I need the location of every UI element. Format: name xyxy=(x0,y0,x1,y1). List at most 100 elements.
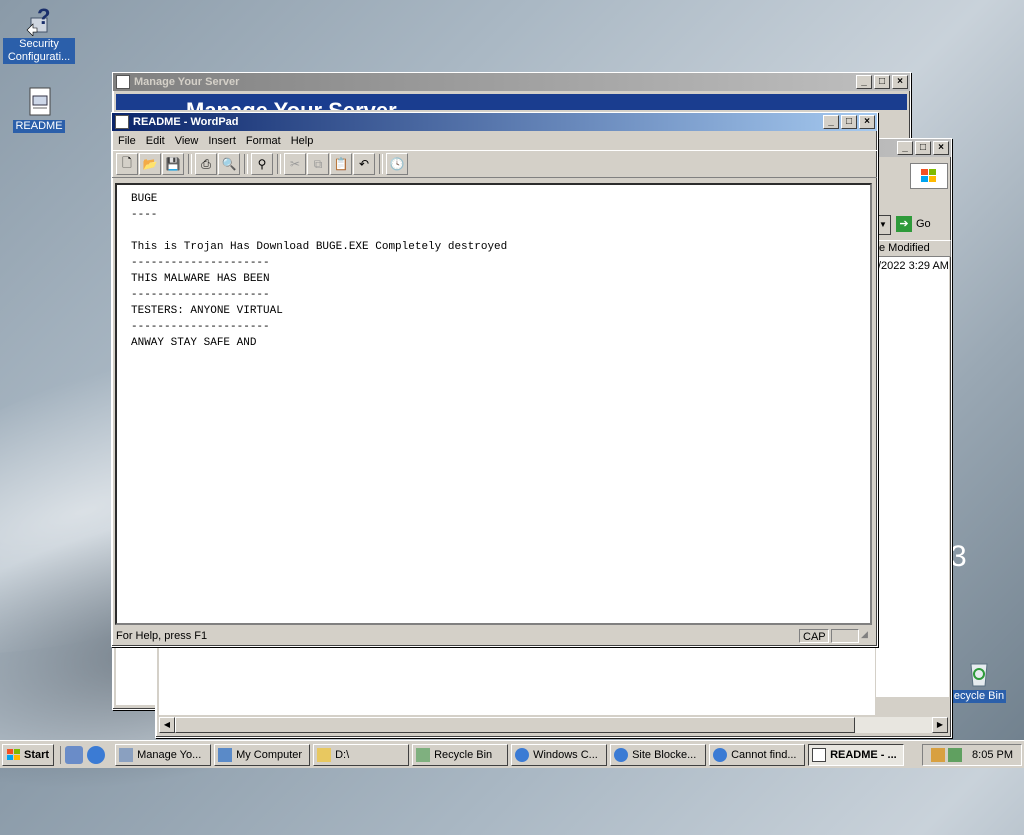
copy-icon[interactable]: ⧉ xyxy=(307,153,329,175)
ie-icon xyxy=(614,747,629,762)
document-text[interactable]: BUGE ---- This is Trojan Has Download BU… xyxy=(117,185,870,351)
menu-format[interactable]: Format xyxy=(242,135,287,147)
taskbar-button-label: D:\ xyxy=(335,748,350,761)
desktop-icon-security-config[interactable]: ? Security Configurati... xyxy=(3,4,75,64)
windows-flag-icon xyxy=(7,748,21,761)
menu-bar: File Edit View Insert Format Help xyxy=(112,131,877,150)
find-icon[interactable]: ⚲ xyxy=(251,153,273,175)
clock[interactable]: 8:05 PM xyxy=(972,749,1013,761)
manage-server-banner: Manage Your Server xyxy=(116,94,907,110)
print-preview-icon[interactable]: 🔍 xyxy=(218,153,240,175)
taskbar-button-label: Recycle Bin xyxy=(434,748,493,761)
status-help-text: For Help, press F1 xyxy=(116,630,208,642)
ie-icon xyxy=(713,747,728,762)
desktop-icon-readme[interactable]: README xyxy=(3,86,75,133)
recycle-bin-icon xyxy=(416,747,431,762)
taskbar-button-d-drive[interactable]: D:\ xyxy=(313,743,410,766)
scroll-left-button[interactable]: ◀ xyxy=(159,717,175,733)
server-manager-quicklaunch-icon[interactable] xyxy=(65,745,84,764)
go-arrow-icon: ➔ xyxy=(896,216,912,232)
document-icon xyxy=(23,86,55,118)
close-button[interactable]: × xyxy=(859,115,875,129)
recycle-bin-icon xyxy=(963,656,995,688)
taskbar-button-site-blocked[interactable]: Site Blocke... xyxy=(610,743,707,766)
file-list[interactable]: /2022 3:29 AM xyxy=(876,257,949,697)
desktop-icon-label: Security Configurati... xyxy=(3,38,75,64)
column-header-date-modified[interactable]: e Modified xyxy=(876,240,951,257)
wallpaper-digit: 3 xyxy=(950,540,967,573)
taskbar-button-label: Site Blocke... xyxy=(632,748,697,761)
undo-icon[interactable]: ↶ xyxy=(353,153,375,175)
start-label: Start xyxy=(24,748,50,761)
folder-icon xyxy=(317,747,332,762)
toolbar-separator xyxy=(277,154,281,174)
menu-view[interactable]: View xyxy=(171,135,205,147)
menu-edit[interactable]: Edit xyxy=(142,135,171,147)
cut-icon[interactable]: ✂ xyxy=(284,153,306,175)
tray-network-icon[interactable] xyxy=(948,747,963,762)
toolbar: 🗋 📂 💾 ⎙ 🔍 ⚲ ✂ ⧉ 📋 ↶ 🕓 xyxy=(112,150,877,178)
minimize-button[interactable]: _ xyxy=(897,141,913,155)
wordpad-titlebar[interactable]: README - WordPad _ □ × xyxy=(112,113,877,131)
toolbar-separator xyxy=(379,154,383,174)
document-area[interactable]: BUGE ---- This is Trojan Has Download BU… xyxy=(115,183,872,625)
taskbar-button-manage-server[interactable]: Manage Yo... xyxy=(115,743,212,766)
taskbar-button-my-computer[interactable]: My Computer xyxy=(214,743,311,766)
horizontal-scrollbar[interactable]: ◀ ▶ xyxy=(159,717,948,733)
computer-icon xyxy=(218,747,233,762)
window-title: Manage Your Server xyxy=(134,76,240,88)
maximize-button[interactable]: □ xyxy=(915,141,931,155)
insert-datetime-icon[interactable]: 🕓 xyxy=(386,153,408,175)
server-icon xyxy=(119,747,134,762)
scroll-thumb[interactable] xyxy=(175,717,855,733)
security-config-wizard-icon: ? xyxy=(23,4,55,37)
toolbar-separator xyxy=(188,154,192,174)
server-icon xyxy=(116,75,130,89)
scroll-right-button[interactable]: ▶ xyxy=(932,717,948,733)
explorer-body xyxy=(159,645,875,715)
desktop-icon-label: ecycle Bin xyxy=(951,690,1007,703)
manage-server-titlebar[interactable]: Manage Your Server _ □ × xyxy=(113,73,910,91)
status-num xyxy=(831,629,859,643)
close-button[interactable]: × xyxy=(892,75,908,89)
toolbar-separator xyxy=(244,154,248,174)
resize-grip[interactable]: ◢ xyxy=(861,629,875,643)
status-cap: CAP xyxy=(799,629,829,643)
status-bar: For Help, press F1 CAP ◢ xyxy=(114,627,875,645)
paste-icon[interactable]: 📋 xyxy=(330,153,352,175)
ie-quicklaunch-icon[interactable] xyxy=(87,745,106,764)
tray-security-icon[interactable] xyxy=(931,747,946,762)
go-button[interactable]: ➔ Go xyxy=(896,215,931,233)
ie-icon xyxy=(515,747,530,762)
save-icon[interactable]: 💾 xyxy=(162,153,184,175)
taskbar-button-label: README - ... xyxy=(830,748,897,761)
print-icon[interactable]: ⎙ xyxy=(195,153,217,175)
maximize-button[interactable]: □ xyxy=(841,115,857,129)
svg-text:?: ? xyxy=(37,4,50,29)
open-icon[interactable]: 📂 xyxy=(139,153,161,175)
taskbar-button-readme[interactable]: README - ... xyxy=(808,743,905,766)
menu-help[interactable]: Help xyxy=(287,135,320,147)
new-icon[interactable]: 🗋 xyxy=(116,153,138,175)
maximize-button[interactable]: □ xyxy=(874,75,890,89)
taskbar-button-label: Manage Yo... xyxy=(137,748,202,761)
taskbar-button-cannot-find[interactable]: Cannot find... xyxy=(709,743,806,766)
taskbar-button-recycle-bin[interactable]: Recycle Bin xyxy=(412,743,509,766)
close-button[interactable]: × xyxy=(933,141,949,155)
menu-insert[interactable]: Insert xyxy=(204,135,242,147)
windows-logo xyxy=(910,163,948,189)
desktop-icon-recycle-bin[interactable]: ecycle Bin xyxy=(944,656,1014,703)
wordpad-icon xyxy=(115,115,129,129)
start-button[interactable]: Start xyxy=(2,743,55,766)
wordpad-icon xyxy=(812,747,827,762)
wordpad-window[interactable]: README - WordPad _ □ × File Edit View In… xyxy=(111,112,878,647)
taskbar-button-label: My Computer xyxy=(236,748,303,761)
minimize-button[interactable]: _ xyxy=(856,75,872,89)
minimize-button[interactable]: _ xyxy=(823,115,839,129)
taskbar-button-label: Windows C... xyxy=(533,748,598,761)
taskbar: Start Manage Yo... My Computer D:\ Recyc… xyxy=(0,740,1024,768)
taskbar-button-label: Cannot find... xyxy=(731,748,797,761)
window-title: README - WordPad xyxy=(133,116,239,128)
taskbar-button-windows-c[interactable]: Windows C... xyxy=(511,743,608,766)
menu-file[interactable]: File xyxy=(114,135,142,147)
